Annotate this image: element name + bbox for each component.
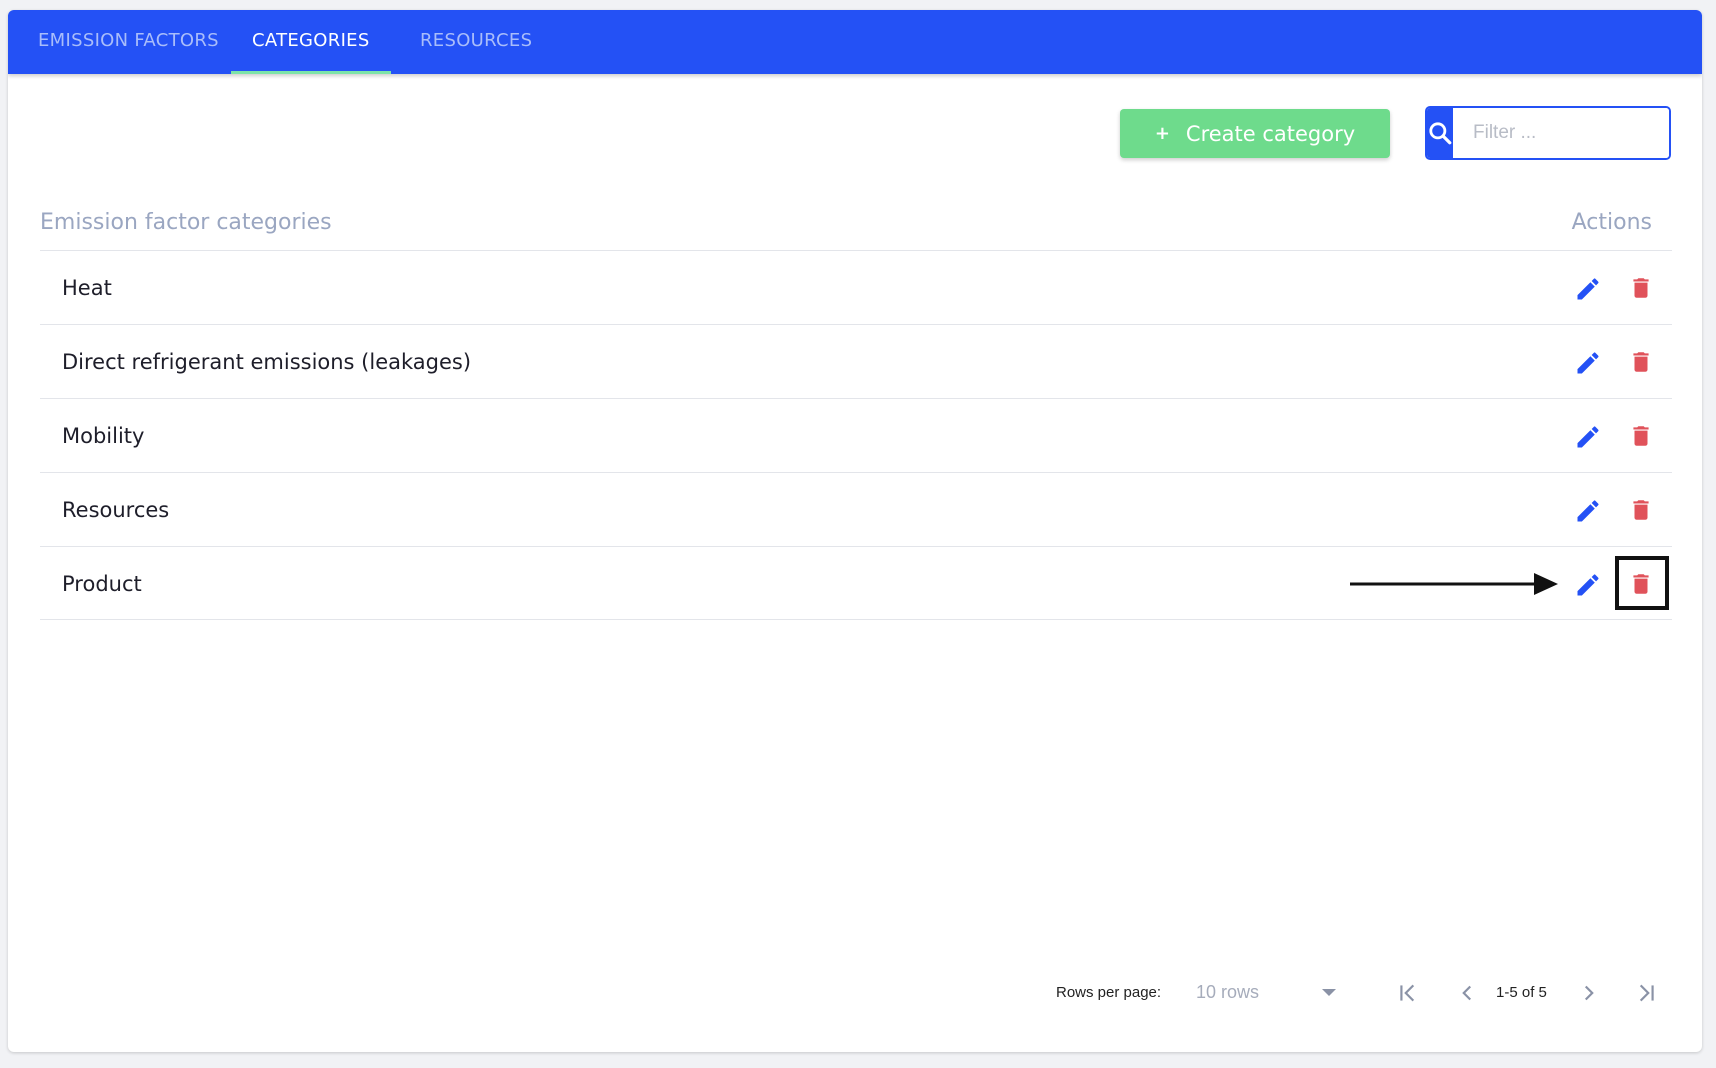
category-name: Direct refrigerant emissions (leakages) [62, 350, 472, 374]
first-page-icon[interactable] [1396, 980, 1422, 1006]
filter-input[interactable] [1453, 108, 1669, 158]
search-icon[interactable] [1427, 108, 1453, 158]
rows-per-page-label: Rows per page: [1056, 984, 1162, 1001]
category-name: Mobility [62, 424, 145, 448]
table-row: Heat [40, 250, 1672, 324]
last-page-icon[interactable] [1632, 980, 1658, 1006]
pencil-icon[interactable] [1574, 423, 1602, 451]
arrow-annotation [1350, 573, 1558, 595]
tab-bar: EMISSION FACTORS CATEGORIES RESOURCES [8, 10, 1702, 74]
table-row: Mobility [40, 398, 1672, 472]
tab-categories[interactable]: CATEGORIES [231, 10, 391, 74]
category-name: Resources [62, 498, 170, 522]
prev-page-icon[interactable] [1454, 980, 1480, 1006]
trash-icon[interactable] [1628, 570, 1654, 598]
trash-icon[interactable] [1628, 496, 1654, 524]
category-name: Product [62, 572, 142, 596]
create-category-label: Create category [1185, 121, 1356, 146]
table-header-actions: Actions [1571, 210, 1652, 235]
page-range: 1-5 of 5 [1496, 984, 1547, 1001]
table-row: Product [40, 546, 1672, 620]
pagination: Rows per page: 10 rows 1-5 of 5 [8, 978, 1702, 1010]
trash-icon[interactable] [1628, 348, 1654, 376]
pencil-icon[interactable] [1574, 497, 1602, 525]
trash-icon[interactable] [1628, 422, 1654, 450]
create-category-button[interactable]: + Create category [1120, 109, 1390, 158]
pencil-icon[interactable] [1574, 571, 1602, 599]
table-row: Resources [40, 472, 1672, 546]
rows-per-page-select[interactable]: 10 rows [1196, 978, 1336, 1008]
main-card: EMISSION FACTORS CATEGORIES RESOURCES + … [8, 10, 1702, 1052]
pencil-icon[interactable] [1574, 349, 1602, 377]
next-page-icon[interactable] [1576, 980, 1602, 1006]
plus-icon: + [1154, 123, 1170, 144]
table-row: Direct refrigerant emissions (leakages) [40, 324, 1672, 398]
category-name: Heat [62, 276, 112, 300]
table-header-title: Emission factor categories [40, 210, 332, 235]
pencil-icon[interactable] [1574, 275, 1602, 303]
rows-per-page-value: 10 rows [1196, 982, 1260, 1002]
categories-table: Heat Direct refrigerant emissions (leaka… [40, 250, 1672, 620]
trash-icon[interactable] [1628, 274, 1654, 302]
tab-emission-factors[interactable]: EMISSION FACTORS [28, 10, 229, 74]
tab-resources[interactable]: RESOURCES [411, 10, 541, 74]
filter-box [1425, 106, 1671, 160]
chevron-down-icon [1322, 989, 1336, 996]
